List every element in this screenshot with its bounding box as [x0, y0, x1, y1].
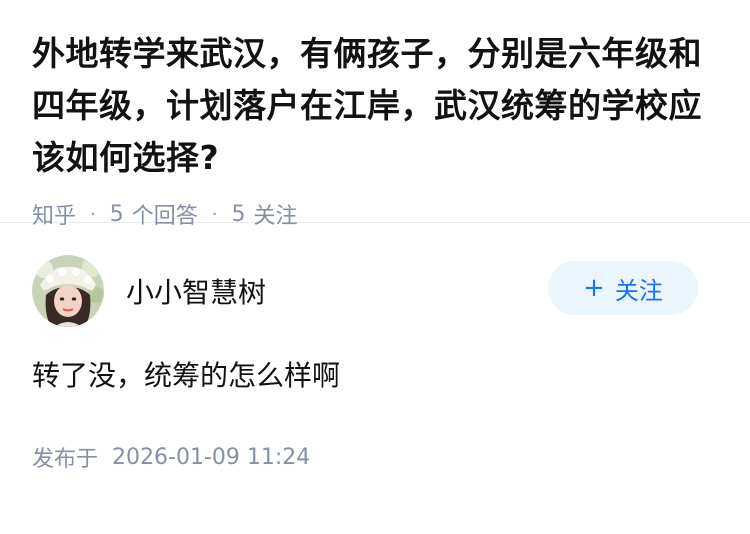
avatar-portrait-icon — [32, 255, 104, 327]
author-row: 小小智慧树 + 关注 — [32, 255, 718, 327]
publish-info: 发布于 2026-01-09 11:24 — [32, 441, 718, 473]
question-header: 外地转学来武汉，有俩孩子，分别是六年级和四年级，计划落户在江岸，武汉统筹的学校应… — [0, 0, 750, 229]
answer-card: 小小智慧树 + 关注 转了没，统筹的怎么样啊 发布于 2026-01-09 11… — [0, 223, 750, 473]
answer-count-label[interactable]: 个回答 — [132, 198, 198, 230]
plus-icon: + — [583, 273, 605, 303]
meta-separator: · — [211, 203, 218, 225]
publish-datetime: 2026-01-09 11:24 — [112, 444, 311, 470]
follow-button[interactable]: + 关注 — [548, 261, 698, 315]
answer-content[interactable]: 转了没，统筹的怎么样啊 — [32, 353, 718, 399]
publish-label: 发布于 — [32, 447, 99, 472]
question-title[interactable]: 外地转学来武汉，有俩孩子，分别是六年级和四年级，计划落户在江岸，武汉统筹的学校应… — [32, 28, 718, 184]
follow-count-label: 关注 — [253, 204, 298, 229]
meta-separator: · — [90, 203, 96, 225]
source-label[interactable]: 知乎 — [32, 198, 76, 230]
follow-button-label: 关注 — [614, 276, 663, 305]
follow-count: 5 — [231, 201, 246, 227]
avatar[interactable] — [32, 255, 104, 327]
author-name[interactable]: 小小智慧树 — [126, 271, 266, 311]
answer-count: 5 — [109, 201, 124, 227]
